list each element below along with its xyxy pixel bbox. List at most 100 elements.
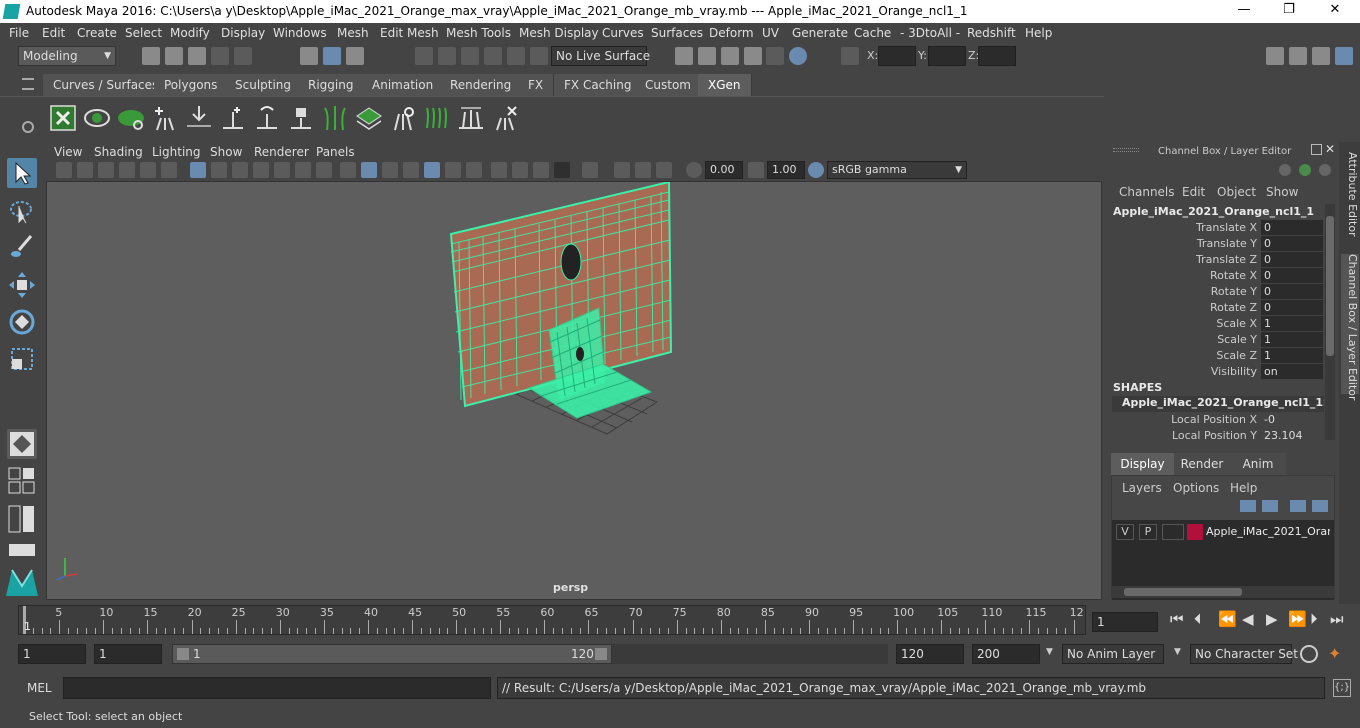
rotate-axis-icon[interactable] xyxy=(1299,164,1311,176)
xgen-comb-guide-icon[interactable] xyxy=(423,104,451,132)
menu-uv[interactable]: UV xyxy=(762,26,779,40)
safe-title-icon[interactable] xyxy=(316,162,332,178)
chevron-down-icon[interactable]: ▼ xyxy=(1046,647,1053,657)
motion-blur-icon[interactable] xyxy=(491,162,507,178)
gamma-field[interactable]: 1.00 xyxy=(767,161,805,179)
layer-visibility-toggle[interactable]: V xyxy=(1116,524,1134,540)
attr-value-field[interactable]: 1 xyxy=(1261,348,1323,363)
shelf-tab-animation[interactable]: Animation xyxy=(362,74,445,96)
xgen-cvs-icon[interactable] xyxy=(457,104,485,132)
live-surface-field[interactable]: No Live Surface xyxy=(551,46,650,66)
move-layer-up-icon[interactable] xyxy=(1240,500,1256,512)
attribute-editor-tab[interactable]: Attribute Editor xyxy=(1341,152,1359,242)
xgen-leaf-icon[interactable] xyxy=(117,104,145,132)
viewport-menu-lighting[interactable]: Lighting xyxy=(152,145,201,159)
new-layer-selected-icon[interactable] xyxy=(1312,500,1328,512)
step-forward-icon[interactable]: ⏵ xyxy=(1310,610,1318,628)
textured-icon[interactable] xyxy=(403,162,419,178)
attribute-editor-icon[interactable] xyxy=(1289,47,1307,65)
menu-display[interactable]: Display xyxy=(221,26,265,40)
xray-components-icon[interactable] xyxy=(635,162,651,178)
channel-box-icon[interactable] xyxy=(1335,47,1353,65)
close-panel-icon[interactable]: ✕ xyxy=(1325,142,1335,156)
depth-of-field-icon[interactable] xyxy=(533,162,549,178)
channel-show-menu[interactable]: Show xyxy=(1266,185,1298,199)
menu-edit-mesh[interactable]: Edit Mesh xyxy=(380,26,439,40)
anti-aliasing-icon[interactable] xyxy=(512,162,528,178)
menu-edit[interactable]: Edit xyxy=(42,26,65,40)
layers-menu[interactable]: Layers xyxy=(1122,481,1162,495)
snap-curve-icon[interactable] xyxy=(438,47,456,65)
move-tool-button[interactable] xyxy=(7,270,37,300)
shelf-tab-rigging[interactable]: Rigging xyxy=(298,74,365,96)
attr-row[interactable]: Translate Z 0 xyxy=(1107,252,1339,268)
save-scene-icon[interactable] xyxy=(188,47,206,65)
rotate-tool-button[interactable] xyxy=(7,307,37,337)
shape-name[interactable]: Apple_iMac_2021_Orange_ncl1_1Sha... xyxy=(1112,396,1324,412)
range-slider[interactable]: 1 120 xyxy=(172,644,612,664)
select-component-icon[interactable] xyxy=(346,47,364,65)
minimize-button[interactable]: — xyxy=(1229,2,1259,20)
grease-pencil-icon[interactable] xyxy=(161,162,177,178)
render-globe-icon[interactable] xyxy=(789,47,807,65)
shadows-icon[interactable] xyxy=(445,162,461,178)
channel-box-tab[interactable]: Channel Box / Layer Editor xyxy=(1341,254,1359,401)
step-back-key-icon[interactable]: ⏪ xyxy=(1218,610,1237,628)
command-input[interactable] xyxy=(63,677,491,699)
ipr-render-icon[interactable] xyxy=(721,47,739,65)
xgen-lock-guide-icon[interactable] xyxy=(287,104,315,132)
layout-single-button[interactable] xyxy=(7,429,37,459)
new-scene-icon[interactable] xyxy=(142,47,160,65)
xgen-layers-icon[interactable] xyxy=(355,104,383,132)
attr-row[interactable]: Scale Z 1 xyxy=(1107,348,1339,364)
animation-end-field[interactable]: 200 xyxy=(972,644,1040,664)
film-gate-icon[interactable] xyxy=(211,162,227,178)
viewport-menu-show[interactable]: Show xyxy=(210,145,242,159)
viewport-menu-panels[interactable]: Panels xyxy=(316,145,355,159)
attr-value-field[interactable]: -0 xyxy=(1261,412,1323,427)
new-layer-icon[interactable] xyxy=(1290,500,1306,512)
viewport-menu-renderer[interactable]: Renderer xyxy=(254,145,309,159)
attr-row[interactable]: Visibility on xyxy=(1107,364,1339,380)
xgen-grass-icon[interactable] xyxy=(321,104,349,132)
attr-row[interactable]: Translate Y 0 xyxy=(1107,236,1339,252)
attr-value-field[interactable]: 1 xyxy=(1261,316,1323,331)
speed-icon[interactable] xyxy=(1319,164,1331,176)
modeling-toolkit-icon[interactable] xyxy=(1266,47,1284,65)
float-panel-icon[interactable] xyxy=(1311,144,1322,155)
wireframe-shading-icon[interactable] xyxy=(340,162,356,178)
snap-surface-icon[interactable] xyxy=(507,47,525,65)
attr-value-field[interactable]: 0 xyxy=(1261,220,1323,235)
isolate-select-icon[interactable] xyxy=(554,162,570,178)
scrollbar-thumb[interactable] xyxy=(1124,588,1242,596)
use-all-lights-icon[interactable] xyxy=(424,162,440,178)
select-hierarchy-icon[interactable] xyxy=(300,47,318,65)
shelf-menu-icon[interactable] xyxy=(22,78,34,90)
maximize-button[interactable]: ❐ xyxy=(1274,2,1304,20)
current-frame-field[interactable]: 1 xyxy=(1092,612,1158,632)
xgen-add-guide-icon[interactable] xyxy=(151,104,179,132)
character-set-dropdown[interactable]: No Character Set xyxy=(1190,644,1298,664)
layer-tab-display[interactable]: Display xyxy=(1111,453,1174,475)
viewport-menu-view[interactable]: View xyxy=(54,145,82,159)
attr-value-field[interactable]: 0 xyxy=(1261,252,1323,267)
xgen-delete-guide-icon[interactable] xyxy=(491,104,519,132)
move-layer-down-icon[interactable] xyxy=(1262,500,1278,512)
go-to-end-icon[interactable]: ⏭ xyxy=(1330,610,1344,628)
menu-cache[interactable]: Cache xyxy=(854,26,891,40)
hud-icon[interactable] xyxy=(656,162,672,178)
shelf-tab-xgen[interactable]: XGen xyxy=(698,74,752,96)
open-scene-icon[interactable] xyxy=(165,47,183,65)
playback-end-field[interactable]: 120 xyxy=(896,644,964,664)
script-editor-icon[interactable]: {;} xyxy=(1333,679,1351,697)
attr-value-field[interactable]: 0 xyxy=(1261,284,1323,299)
channels-menu[interactable]: Channels xyxy=(1119,185,1175,199)
attr-row[interactable]: Translate X 0 xyxy=(1107,220,1339,236)
undo-icon[interactable] xyxy=(211,47,229,65)
menu-generate[interactable]: Generate xyxy=(792,26,848,40)
world-axis-icon[interactable] xyxy=(1279,164,1291,176)
bookmark-icon[interactable] xyxy=(98,162,114,178)
layer-tab-render[interactable]: Render xyxy=(1174,453,1230,475)
play-forward-icon[interactable]: ▶ xyxy=(1266,610,1278,628)
scrollbar-thumb[interactable] xyxy=(1326,216,1334,356)
